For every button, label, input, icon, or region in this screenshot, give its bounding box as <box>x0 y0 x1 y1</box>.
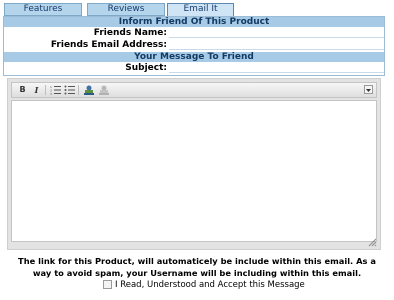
bulleted-list-icon[interactable] <box>63 84 76 96</box>
inform-header: Inform Friend Of This Product <box>4 17 384 27</box>
friends-email-row: Friends Email Address: <box>4 40 384 50</box>
bold-button[interactable]: B <box>16 84 29 96</box>
tab-reviews[interactable]: Reviews <box>87 3 165 16</box>
link-icon[interactable] <box>82 84 95 96</box>
resize-grip-icon[interactable] <box>368 238 377 247</box>
subject-input[interactable] <box>169 72 384 73</box>
numbered-list-icon[interactable]: 123 <box>49 84 62 96</box>
email-notice: The link for this Product, will automati… <box>18 256 376 278</box>
svg-text:3: 3 <box>50 92 52 95</box>
tab-features[interactable]: Features <box>4 3 82 16</box>
message-editor: B I 123 <box>7 78 381 250</box>
expand-icon[interactable] <box>362 84 375 96</box>
tab-email-it[interactable]: Email It <box>167 3 234 17</box>
accept-label[interactable]: I Read, Understood and Accept this Messa… <box>115 280 305 291</box>
italic-button[interactable]: I <box>30 84 43 96</box>
friends-name-row: Friends Name: <box>4 28 384 38</box>
friends-email-label: Friends Email Address: <box>50 40 167 50</box>
friends-name-label: Friends Name: <box>93 28 167 38</box>
subject-label: Subject: <box>125 63 167 73</box>
toolbar-separator <box>78 85 79 95</box>
editor-toolbar: B I 123 <box>11 82 377 98</box>
unlink-icon[interactable] <box>97 84 110 96</box>
message-header: Your Message To Friend <box>4 52 384 62</box>
toolbar-separator <box>45 85 46 95</box>
friends-name-input[interactable] <box>169 37 384 38</box>
message-textarea[interactable] <box>11 100 377 242</box>
subject-row: Subject: <box>4 63 384 73</box>
accept-checkbox[interactable] <box>103 280 112 289</box>
friends-email-input[interactable] <box>169 49 384 50</box>
